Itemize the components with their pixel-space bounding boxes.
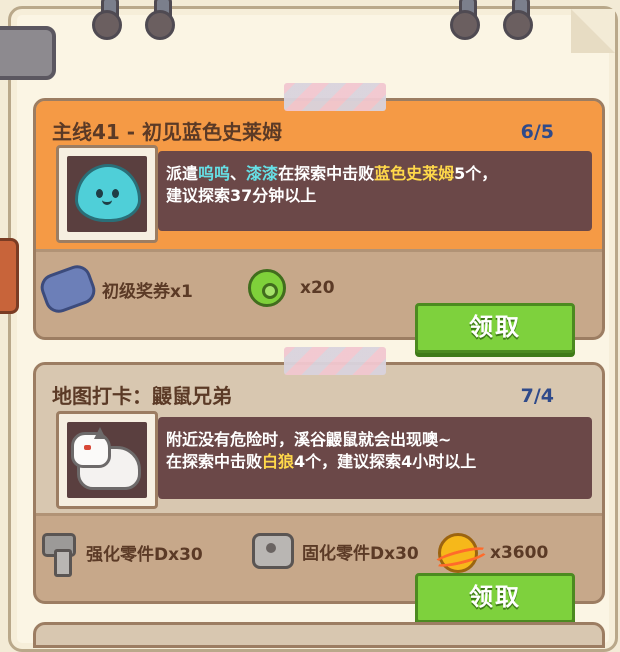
reward-item: 强化零件Dx30	[42, 533, 203, 577]
quest-progress: 7/4	[520, 385, 554, 407]
gold-coin-icon	[438, 533, 478, 573]
bolt-icon	[42, 533, 78, 577]
ticket-icon	[36, 261, 100, 317]
quest-title: 主线41 - 初见蓝色史莱姆	[52, 120, 283, 144]
quest-progress: 6/5	[520, 121, 554, 143]
binder-ring-icon	[503, 0, 533, 40]
tape-decoration	[284, 347, 386, 375]
binder-ring-icon	[92, 0, 122, 40]
quest-title: 地图打卡：鼹鼠兄弟	[52, 384, 232, 408]
reward-item: x3600	[438, 533, 548, 573]
claim-button[interactable]: 领取	[415, 303, 575, 353]
nut-icon	[252, 533, 294, 569]
page-fold-corner	[571, 9, 615, 53]
reward-item: x20	[248, 269, 335, 307]
binder-ring-icon	[450, 0, 480, 40]
reward-item: 固化零件Dx30	[252, 533, 419, 569]
quest-portrait	[56, 411, 158, 509]
reward-item: 初级奖券x1	[36, 261, 193, 317]
quest-description: 附近没有危险时，溪谷鼹鼠就会出现噢~ 在探索中击败白狼4个，建议探索4小时以上	[158, 417, 592, 499]
tape-decoration	[284, 83, 386, 111]
quest-description: 派遣呜呜、漆漆在探索中击败蓝色史莱姆5个， 建议探索37分钟以上	[158, 151, 592, 231]
binder-ring-icon	[145, 0, 175, 40]
quest-card-map: 地图打卡：鼹鼠兄弟 7/4 附近没有危险时，溪谷鼹鼠就会出现噢~ 在探索中击败白…	[33, 347, 605, 623]
quest-card-next	[33, 622, 605, 648]
green-donut-icon	[248, 269, 286, 307]
claim-button[interactable]: 领取	[415, 573, 575, 623]
blue-slime-icon	[75, 164, 141, 222]
side-tab[interactable]	[0, 238, 19, 314]
left-tab-icon[interactable]	[0, 26, 56, 80]
quest-portrait	[56, 145, 158, 243]
white-wolf-icon	[71, 427, 141, 490]
quest-card-main: 主线41 - 初见蓝色史莱姆 6/5 派遣呜呜、漆漆在探索中击败蓝色史莱姆5个，…	[33, 83, 605, 353]
